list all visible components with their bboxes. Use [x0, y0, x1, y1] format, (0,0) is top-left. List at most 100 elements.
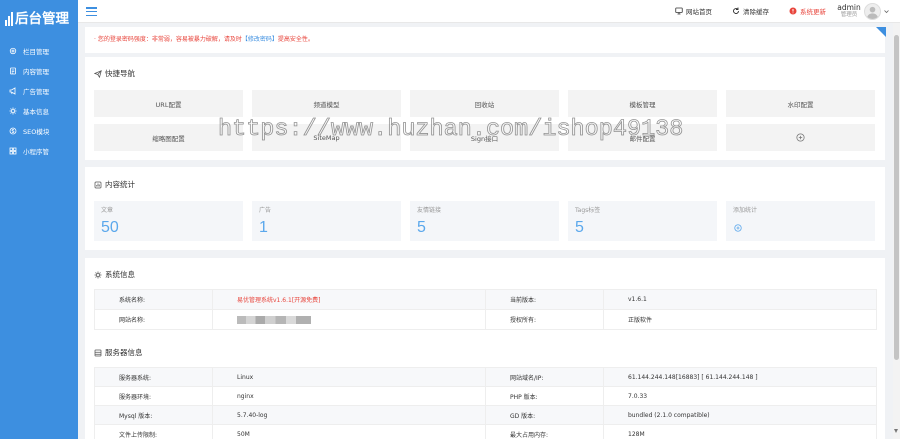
paper-plane-icon [94, 69, 102, 78]
content-stats-panel: 内容统计 文章 50 广告 1 友情链接 5 Tags标签 5 添加统计 [85, 167, 885, 250]
header-links: 网站首页 清除缓存 系统更新 [675, 0, 826, 22]
info-label: 文件上传限制: [94, 424, 213, 439]
user-role: 管理员 [840, 12, 858, 18]
corner-fold-decoration [876, 27, 886, 37]
notice-text-after: 提高安全性。 [277, 36, 314, 43]
info-label: 最大占用内存: [485, 424, 604, 439]
info-value: 易优管理系统v1.6.1[开源免费] [212, 289, 486, 310]
sidebar-nav: 栏目管理 内容管理 广告管理 基本信息 SEO模块 小程序管 [0, 41, 78, 161]
menu-toggle-icon[interactable] [86, 7, 97, 16]
sidebar-item-content[interactable]: 内容管理 [0, 61, 78, 81]
info-label: Mysql 版本: [94, 405, 213, 425]
system-info-panel: 系统信息 系统名称: 易优管理系统v1.6.1[开源免费] 当前版本: v1.6… [85, 258, 885, 439]
stat-card-add[interactable]: 添加统计 [726, 201, 875, 241]
user-menu[interactable]: admin 管理员 [836, 3, 862, 19]
scrollbar-thumb[interactable] [894, 35, 899, 360]
table-row: 文件上传限制: 50M 最大占用内存: 128M [94, 424, 877, 439]
scroll-down-arrow-icon[interactable] [894, 429, 898, 433]
notice-text: · 您的登录密码强度：非常弱，容易被暴力破解，请及时【修改密码】提高安全性。 [94, 36, 314, 44]
stat-value: 50 [101, 219, 119, 236]
quick-nav-title: 快捷导航 [94, 69, 135, 78]
quick-nav-channel-model-button[interactable]: 频道模型 [252, 90, 401, 117]
info-value: 128M [603, 424, 877, 439]
info-label: 服务器环境: [94, 386, 213, 406]
quick-nav-grid: URL配置 频道模型 回收站 模板管理 水印配置 缩略图配置 SiteMap S… [94, 90, 875, 151]
user-icon [866, 6, 879, 19]
info-value: nginx [212, 386, 486, 406]
refresh-icon [733, 7, 739, 14]
clear-cache-link[interactable]: 清除缓存 [732, 6, 769, 16]
quick-nav-sitemap-button[interactable]: SiteMap [252, 124, 401, 151]
seo-icon [9, 127, 17, 135]
content-stats-title: 内容统计 [94, 180, 135, 189]
avatar[interactable] [864, 3, 881, 20]
stat-value: 5 [575, 219, 584, 236]
grid-icon [9, 147, 17, 155]
sidebar-item-label: 小程序管 [23, 148, 49, 156]
info-label: 系统名称: [94, 289, 213, 310]
quick-nav-mail-config-button[interactable]: 邮件配置 [568, 124, 717, 151]
quick-nav-url-config-button[interactable]: URL配置 [94, 90, 243, 117]
info-label: 当前版本: [485, 289, 604, 310]
table-row: 服务器系统: Linux 网站域名/IP: 61.144.244.148[168… [94, 367, 877, 387]
sidebar-item-basic-info[interactable]: 基本信息 [0, 101, 78, 121]
settings-icon [9, 47, 17, 55]
info-value: 61.144.244.148[16883] [ 61.144.244.148 ] [603, 367, 877, 387]
top-header: 网站首页 清除缓存 系统更新 admin 管理员 [78, 0, 900, 23]
site-home-label: 网站首页 [686, 8, 712, 16]
table-row: 服务器环境: nginx PHP 版本: 7.0.33 [94, 386, 877, 406]
stat-card-links[interactable]: 友情链接 5 [410, 201, 559, 241]
quick-nav-sign-api-button[interactable]: Sign接口 [410, 124, 559, 151]
quick-nav-recycle-bin-button[interactable]: 回收站 [410, 90, 559, 117]
system-update-link[interactable]: 系统更新 [789, 6, 826, 16]
password-warning-notice: · 您的登录密码强度：非常弱，容易被暴力破解，请及时【修改密码】提高安全性。 [85, 27, 885, 53]
stat-card-tags[interactable]: Tags标签 5 [568, 201, 717, 241]
change-password-link[interactable]: 【修改密码】 [242, 36, 278, 43]
info-value: Linux [212, 367, 486, 387]
chevron-down-icon[interactable] [884, 9, 889, 14]
server-icon [94, 349, 102, 356]
clear-cache-label: 清除缓存 [743, 8, 769, 16]
info-label: PHP 版本: [485, 386, 604, 406]
stat-label: 文章 [101, 207, 114, 214]
quick-nav-add-button[interactable] [726, 124, 875, 151]
quick-nav-thumbnail-button[interactable]: 缩略图配置 [94, 124, 243, 151]
system-info-title-text: 系统信息 [105, 270, 135, 279]
table-row: 网站名称: 授权所有: 正版软件 [94, 309, 877, 330]
stat-label: 友情链接 [417, 207, 442, 214]
bar-chart-icon [94, 181, 102, 188]
stats-grid: 文章 50 广告 1 友情链接 5 Tags标签 5 添加统计 [94, 201, 875, 241]
alert-circle-icon [789, 7, 797, 15]
sidebar-item-label: 内容管理 [23, 68, 49, 76]
stat-value: 5 [417, 219, 426, 236]
vertical-scrollbar[interactable] [893, 23, 900, 439]
system-info-title: 系统信息 [94, 270, 135, 279]
content-stats-title-text: 内容统计 [105, 180, 135, 189]
stat-label: 广告 [259, 207, 272, 214]
sidebar-item-seo[interactable]: SEO模块 [0, 121, 78, 141]
stat-card-articles[interactable]: 文章 50 [94, 201, 243, 241]
quick-nav-template-button[interactable]: 模板管理 [568, 90, 717, 117]
sidebar-item-label: 广告管理 [23, 88, 49, 96]
sidebar-item-ads[interactable]: 广告管理 [0, 81, 78, 101]
notice-text-before: · 您的登录密码强度：非常弱，容易被暴力破解，请及时 [94, 36, 242, 43]
info-value [212, 309, 486, 330]
plus-circle-icon [734, 224, 742, 232]
sidebar-item-label: 栏目管理 [23, 48, 49, 56]
sidebar-item-label: SEO模块 [23, 128, 50, 136]
stat-card-ads[interactable]: 广告 1 [252, 201, 401, 241]
logo-text: 后台管理 [15, 11, 69, 27]
logo[interactable]: 后台管理 [5, 9, 69, 29]
logo-bars-icon [5, 12, 14, 26]
info-label: 服务器系统: [94, 367, 213, 387]
table-row: 系统名称: 易优管理系统v1.6.1[开源免费] 当前版本: v1.6.1 [94, 289, 877, 310]
site-home-link[interactable]: 网站首页 [675, 6, 712, 16]
info-value: 7.0.33 [603, 386, 877, 406]
quick-nav-watermark-button[interactable]: 水印配置 [726, 90, 875, 117]
system-info-table: 系统名称: 易优管理系统v1.6.1[开源免费] 当前版本: v1.6.1 网站… [94, 289, 877, 330]
sidebar-item-miniprogram[interactable]: 小程序管 [0, 141, 78, 161]
stat-label: Tags标签 [575, 207, 601, 214]
sidebar-item-columns[interactable]: 栏目管理 [0, 41, 78, 61]
quick-nav-title-text: 快捷导航 [105, 69, 135, 78]
info-value: 正版软件 [603, 309, 877, 330]
